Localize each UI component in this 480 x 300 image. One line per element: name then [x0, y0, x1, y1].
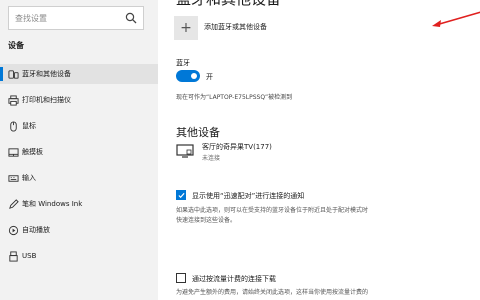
sidebar-item-autoplay[interactable]: 自动播放: [0, 220, 158, 240]
swift-pair-checkbox[interactable]: [176, 190, 186, 200]
sidebar-item-label: 打印机和扫描仪: [22, 96, 71, 104]
touchpad-icon: [8, 147, 19, 157]
other-devices-title: 其他设备: [176, 126, 220, 139]
sidebar-item-label: 自动播放: [22, 226, 50, 234]
metered-download-label: 通过按流量计费的连接下载: [192, 275, 276, 283]
sidebar-item-touchpad[interactable]: 触摸板: [0, 142, 158, 162]
add-device-button[interactable]: + 添加蓝牙或其他设备: [174, 16, 314, 46]
discoverable-text: 现在可作为“LAPTOP-E75LPSSQ”被检测到: [176, 94, 293, 101]
swift-pair-description-1: 如果选中此选项，则可以在受支持的蓝牙设备位于附近且处于配对模式时: [176, 207, 369, 214]
sidebar-item-label: 输入: [22, 174, 36, 182]
sidebar-item-label: 蓝牙和其他设备: [22, 70, 71, 78]
mouse-icon: [10, 120, 17, 132]
autoplay-icon: [8, 225, 19, 235]
nav-heading: 设备: [8, 41, 24, 50]
device-status: 未连接: [202, 155, 221, 162]
toggle-knob: [191, 73, 197, 79]
settings-sidebar: 设备 蓝牙和其他设备 打印机和扫描仪 鼠标 触摸板: [0, 0, 158, 300]
pen-icon: [9, 198, 19, 209]
bluetooth-devices-icon: [8, 69, 19, 79]
sidebar-item-typing[interactable]: 输入: [0, 168, 158, 188]
sidebar-item-printers[interactable]: 打印机和扫描仪: [0, 90, 158, 110]
plus-icon: +: [174, 16, 198, 40]
search-input[interactable]: [9, 7, 121, 29]
bluetooth-label: 蓝牙: [176, 59, 190, 67]
usb-icon: [9, 250, 18, 262]
printer-icon: [8, 94, 19, 106]
checkmark-icon: [178, 192, 185, 199]
main-content: 蓝牙和其他设备 + 添加蓝牙或其他设备 蓝牙 开 现在可作为“LAPTOP-E7…: [158, 0, 480, 300]
search-icon[interactable]: [125, 12, 137, 24]
sidebar-item-pen[interactable]: 笔和 Windows Ink: [0, 194, 158, 214]
sidebar-item-label: 触摸板: [22, 148, 43, 156]
sidebar-item-label: 鼠标: [22, 122, 36, 130]
metered-download-checkbox[interactable]: [176, 273, 186, 283]
search-box[interactable]: [8, 6, 144, 30]
sidebar-item-bluetooth[interactable]: 蓝牙和其他设备: [0, 64, 158, 84]
annotation-arrow-icon: [432, 11, 480, 27]
bluetooth-toggle[interactable]: [176, 70, 200, 82]
swift-pair-label: 显示使用“迅速配对”进行连接的通知: [192, 192, 305, 200]
add-device-label: 添加蓝牙或其他设备: [204, 23, 267, 31]
keyboard-icon: [8, 174, 19, 182]
bluetooth-state: 开: [206, 73, 213, 81]
tv-icon: [176, 144, 194, 158]
swift-pair-description-2: 快速连接到这些设备。: [176, 217, 237, 224]
sidebar-item-label: USB: [22, 252, 37, 260]
sidebar-item-label: 笔和 Windows Ink: [22, 200, 83, 208]
sidebar-item-usb[interactable]: USB: [0, 246, 158, 266]
sidebar-item-mouse[interactable]: 鼠标: [0, 116, 158, 136]
device-name: 客厅的奇异果TV(177): [202, 143, 272, 151]
page-title: 蓝牙和其他设备: [176, 0, 281, 9]
device-item[interactable]: 客厅的奇异果TV(177) 未连接: [176, 140, 376, 164]
metered-description: 为避免产生额外的费用，请始终关闭此选项，这样当你使用按流量计费的: [176, 289, 369, 296]
